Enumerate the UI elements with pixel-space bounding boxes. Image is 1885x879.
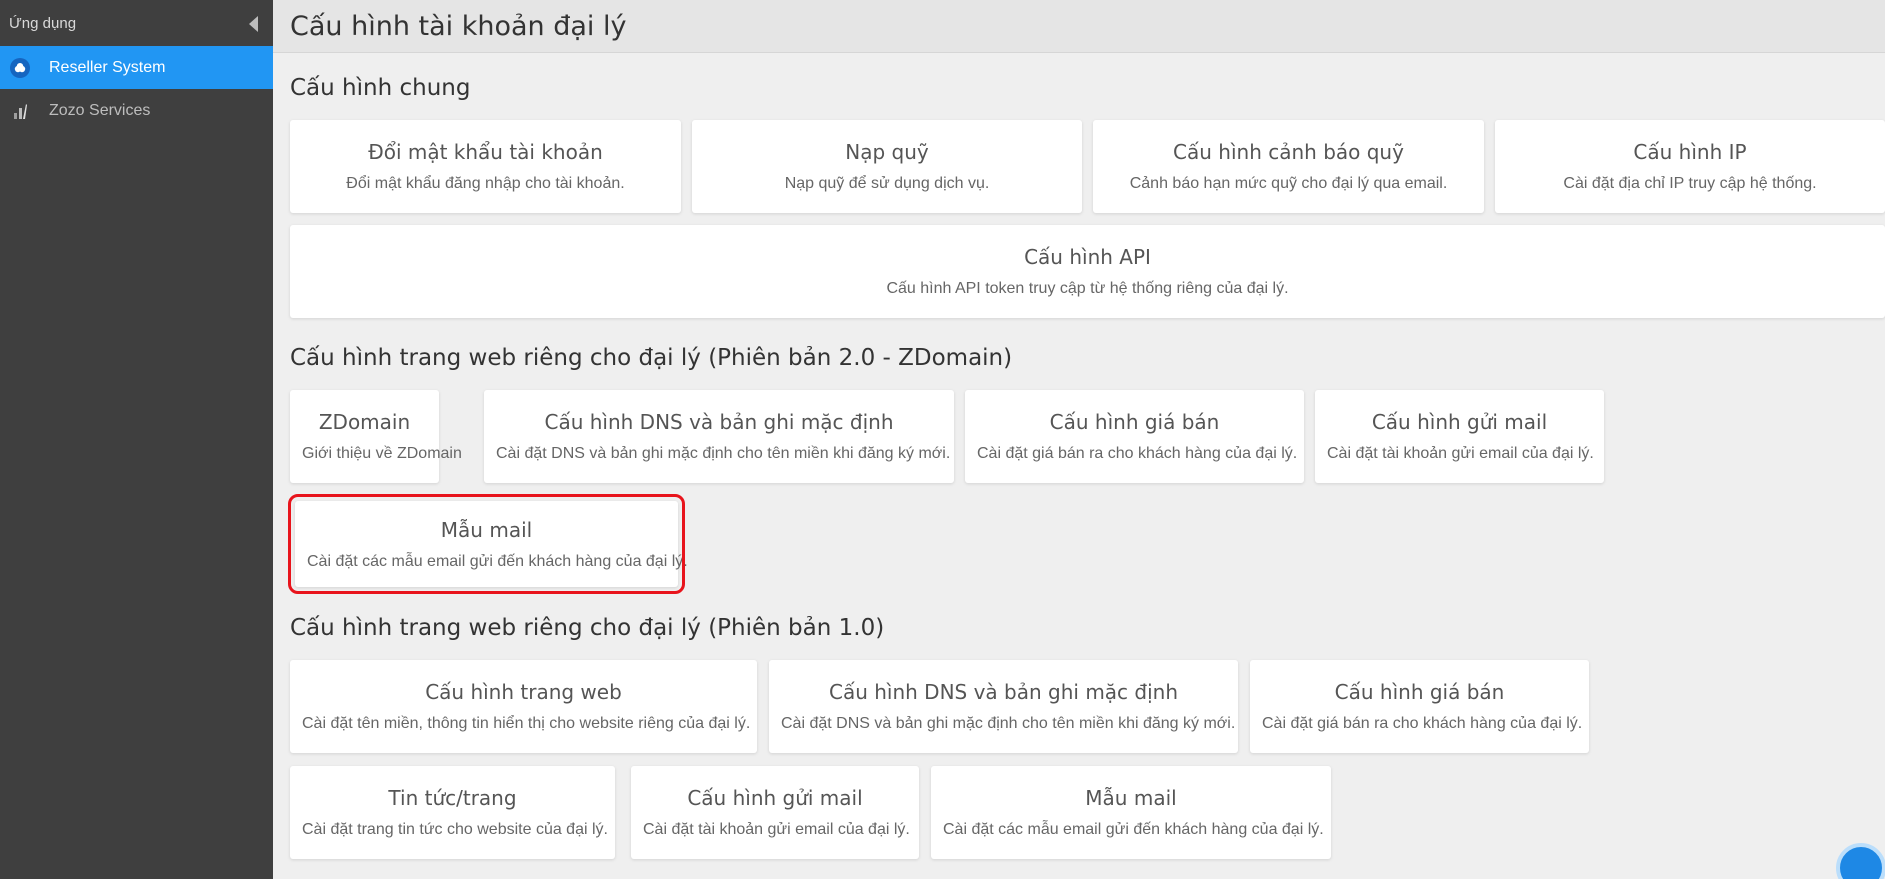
card-sale-price[interactable]: Cấu hình giá bán Cài đặt giá bán ra cho … [965, 390, 1304, 483]
card-title: Nạp quỹ [845, 140, 929, 164]
card-desc: Cài đặt giá bán ra cho khách hàng của đạ… [1262, 715, 1583, 732]
card-title: Cấu hình cảnh báo quỹ [1173, 140, 1404, 164]
page-title: Cấu hình tài khoản đại lý [290, 10, 627, 42]
card-desc: Cài đặt tài khoản gửi email của đại lý. [1327, 445, 1594, 462]
card-news-pages[interactable]: Tin tức/trang Cài đặt trang tin tức cho … [290, 766, 615, 859]
card-desc: Cài đặt tài khoản gửi email của đại lý. [643, 821, 910, 838]
card-desc: Giới thiệu về ZDomain [302, 445, 462, 462]
card-desc: Cài đặt địa chỉ IP truy cập hệ thống. [1563, 175, 1817, 192]
card-mail-templates[interactable]: Mẫu mail Cài đặt các mẫu email gửi đến k… [288, 494, 688, 594]
sidebar-item-label: Reseller System [49, 58, 166, 76]
card-api-config[interactable]: Cấu hình API Cấu hình API token truy cập… [290, 225, 1885, 318]
card-mail-sending-v1[interactable]: Cấu hình gửi mail Cài đặt tài khoản gửi … [631, 766, 919, 859]
card-title: Cấu hình IP [1633, 140, 1747, 164]
card-zdomain[interactable]: ZDomain Giới thiệu về ZDomain [290, 390, 462, 483]
card-desc: Nạp quỹ để sử dụng dịch vụ. [784, 175, 990, 192]
card-website-config[interactable]: Cấu hình trang web Cài đặt tên miền, thô… [290, 660, 757, 753]
page-header: Cấu hình tài khoản đại lý [273, 0, 1885, 53]
card-title: Cấu hình DNS và bản ghi mặc định [828, 680, 1179, 704]
card-title: Cấu hình API [1024, 245, 1151, 269]
main-content: Cấu hình tài khoản đại lý Cấu hình chung… [273, 0, 1885, 879]
card-title: Cấu hình giá bán [1049, 410, 1220, 434]
card-title: Cấu hình DNS và bản ghi mặc định [544, 410, 894, 434]
card-top-up-fund[interactable]: Nạp quỹ Nạp quỹ để sử dụng dịch vụ. [692, 120, 1082, 213]
card-change-password[interactable]: Đổi mật khẩu tài khoản Đổi mật khẩu đăng… [290, 120, 681, 213]
card-fund-alert[interactable]: Cấu hình cảnh báo quỹ Cảnh báo hạn mức q… [1093, 120, 1484, 213]
sidebar-header-label: Ứng dụng [9, 14, 77, 32]
chat-widget-icon[interactable] [1836, 843, 1885, 879]
card-title: Tin tức/trang [388, 786, 517, 810]
card-desc: Cài đặt các mẫu email gửi đến khách hàng… [943, 821, 1324, 838]
card-title: Đổi mật khẩu tài khoản [368, 140, 603, 164]
card-sale-price-v1[interactable]: Cấu hình giá bán Cài đặt giá bán ra cho … [1250, 660, 1589, 753]
card-desc: Cài đặt các mẫu email gửi đến khách hàng… [307, 552, 688, 570]
sidebar-item-zozo-services[interactable]: Zozo Services [0, 89, 273, 132]
card-desc: Cài đặt tên miền, thông tin hiển thị cho… [302, 715, 751, 732]
section-title-general: Cấu hình chung [290, 75, 471, 101]
card-title: Cấu hình gửi mail [1371, 410, 1548, 434]
sidebar-header: Ứng dụng [0, 0, 273, 46]
cloud-icon [10, 57, 30, 78]
card-title: Mẫu mail [440, 517, 533, 542]
chart-icon [10, 101, 30, 121]
card-desc: Cảnh báo hạn mức quỹ cho đại lý qua emai… [1129, 175, 1448, 192]
card-title: Cấu hình gửi mail [687, 786, 863, 810]
sidebar-item-label: Zozo Services [49, 101, 151, 119]
card-title: Cấu hình giá bán [1334, 680, 1505, 704]
card-title: Cấu hình trang web [425, 680, 622, 704]
card-ip-config[interactable]: Cấu hình IP Cài đặt địa chỉ IP truy cập … [1495, 120, 1885, 213]
card-desc: Cấu hình API token truy cập từ hệ thống … [886, 280, 1289, 297]
card-title: ZDomain [318, 410, 411, 434]
collapse-sidebar-icon[interactable] [249, 16, 258, 32]
card-desc: Cài đặt trang tin tức cho website của đạ… [302, 821, 608, 838]
section-title-zdomain: Cấu hình trang web riêng cho đại lý (Phi… [290, 345, 1013, 371]
card-dns-default-records[interactable]: Cấu hình DNS và bản ghi mặc định Cài đặt… [484, 390, 954, 483]
card-mail-templates-v1[interactable]: Mẫu mail Cài đặt các mẫu email gửi đến k… [931, 766, 1331, 859]
sidebar: Ứng dụng Reseller System Zozo Services [0, 0, 273, 879]
card-desc: Đổi mật khẩu đăng nhập cho tài khoản. [346, 175, 625, 192]
sidebar-item-reseller-system[interactable]: Reseller System [0, 46, 273, 89]
section-title-v1: Cấu hình trang web riêng cho đại lý (Phi… [290, 615, 885, 641]
card-title: Mẫu mail [1085, 786, 1177, 810]
card-desc: Cài đặt DNS và bản ghi mặc định cho tên … [496, 445, 951, 462]
card-desc: Cài đặt DNS và bản ghi mặc định cho tên … [781, 715, 1236, 732]
card-desc: Cài đặt giá bán ra cho khách hàng của đạ… [977, 445, 1298, 462]
card-mail-sending[interactable]: Cấu hình gửi mail Cài đặt tài khoản gửi … [1315, 390, 1604, 483]
card-dns-default-records-v1[interactable]: Cấu hình DNS và bản ghi mặc định Cài đặt… [769, 660, 1238, 753]
